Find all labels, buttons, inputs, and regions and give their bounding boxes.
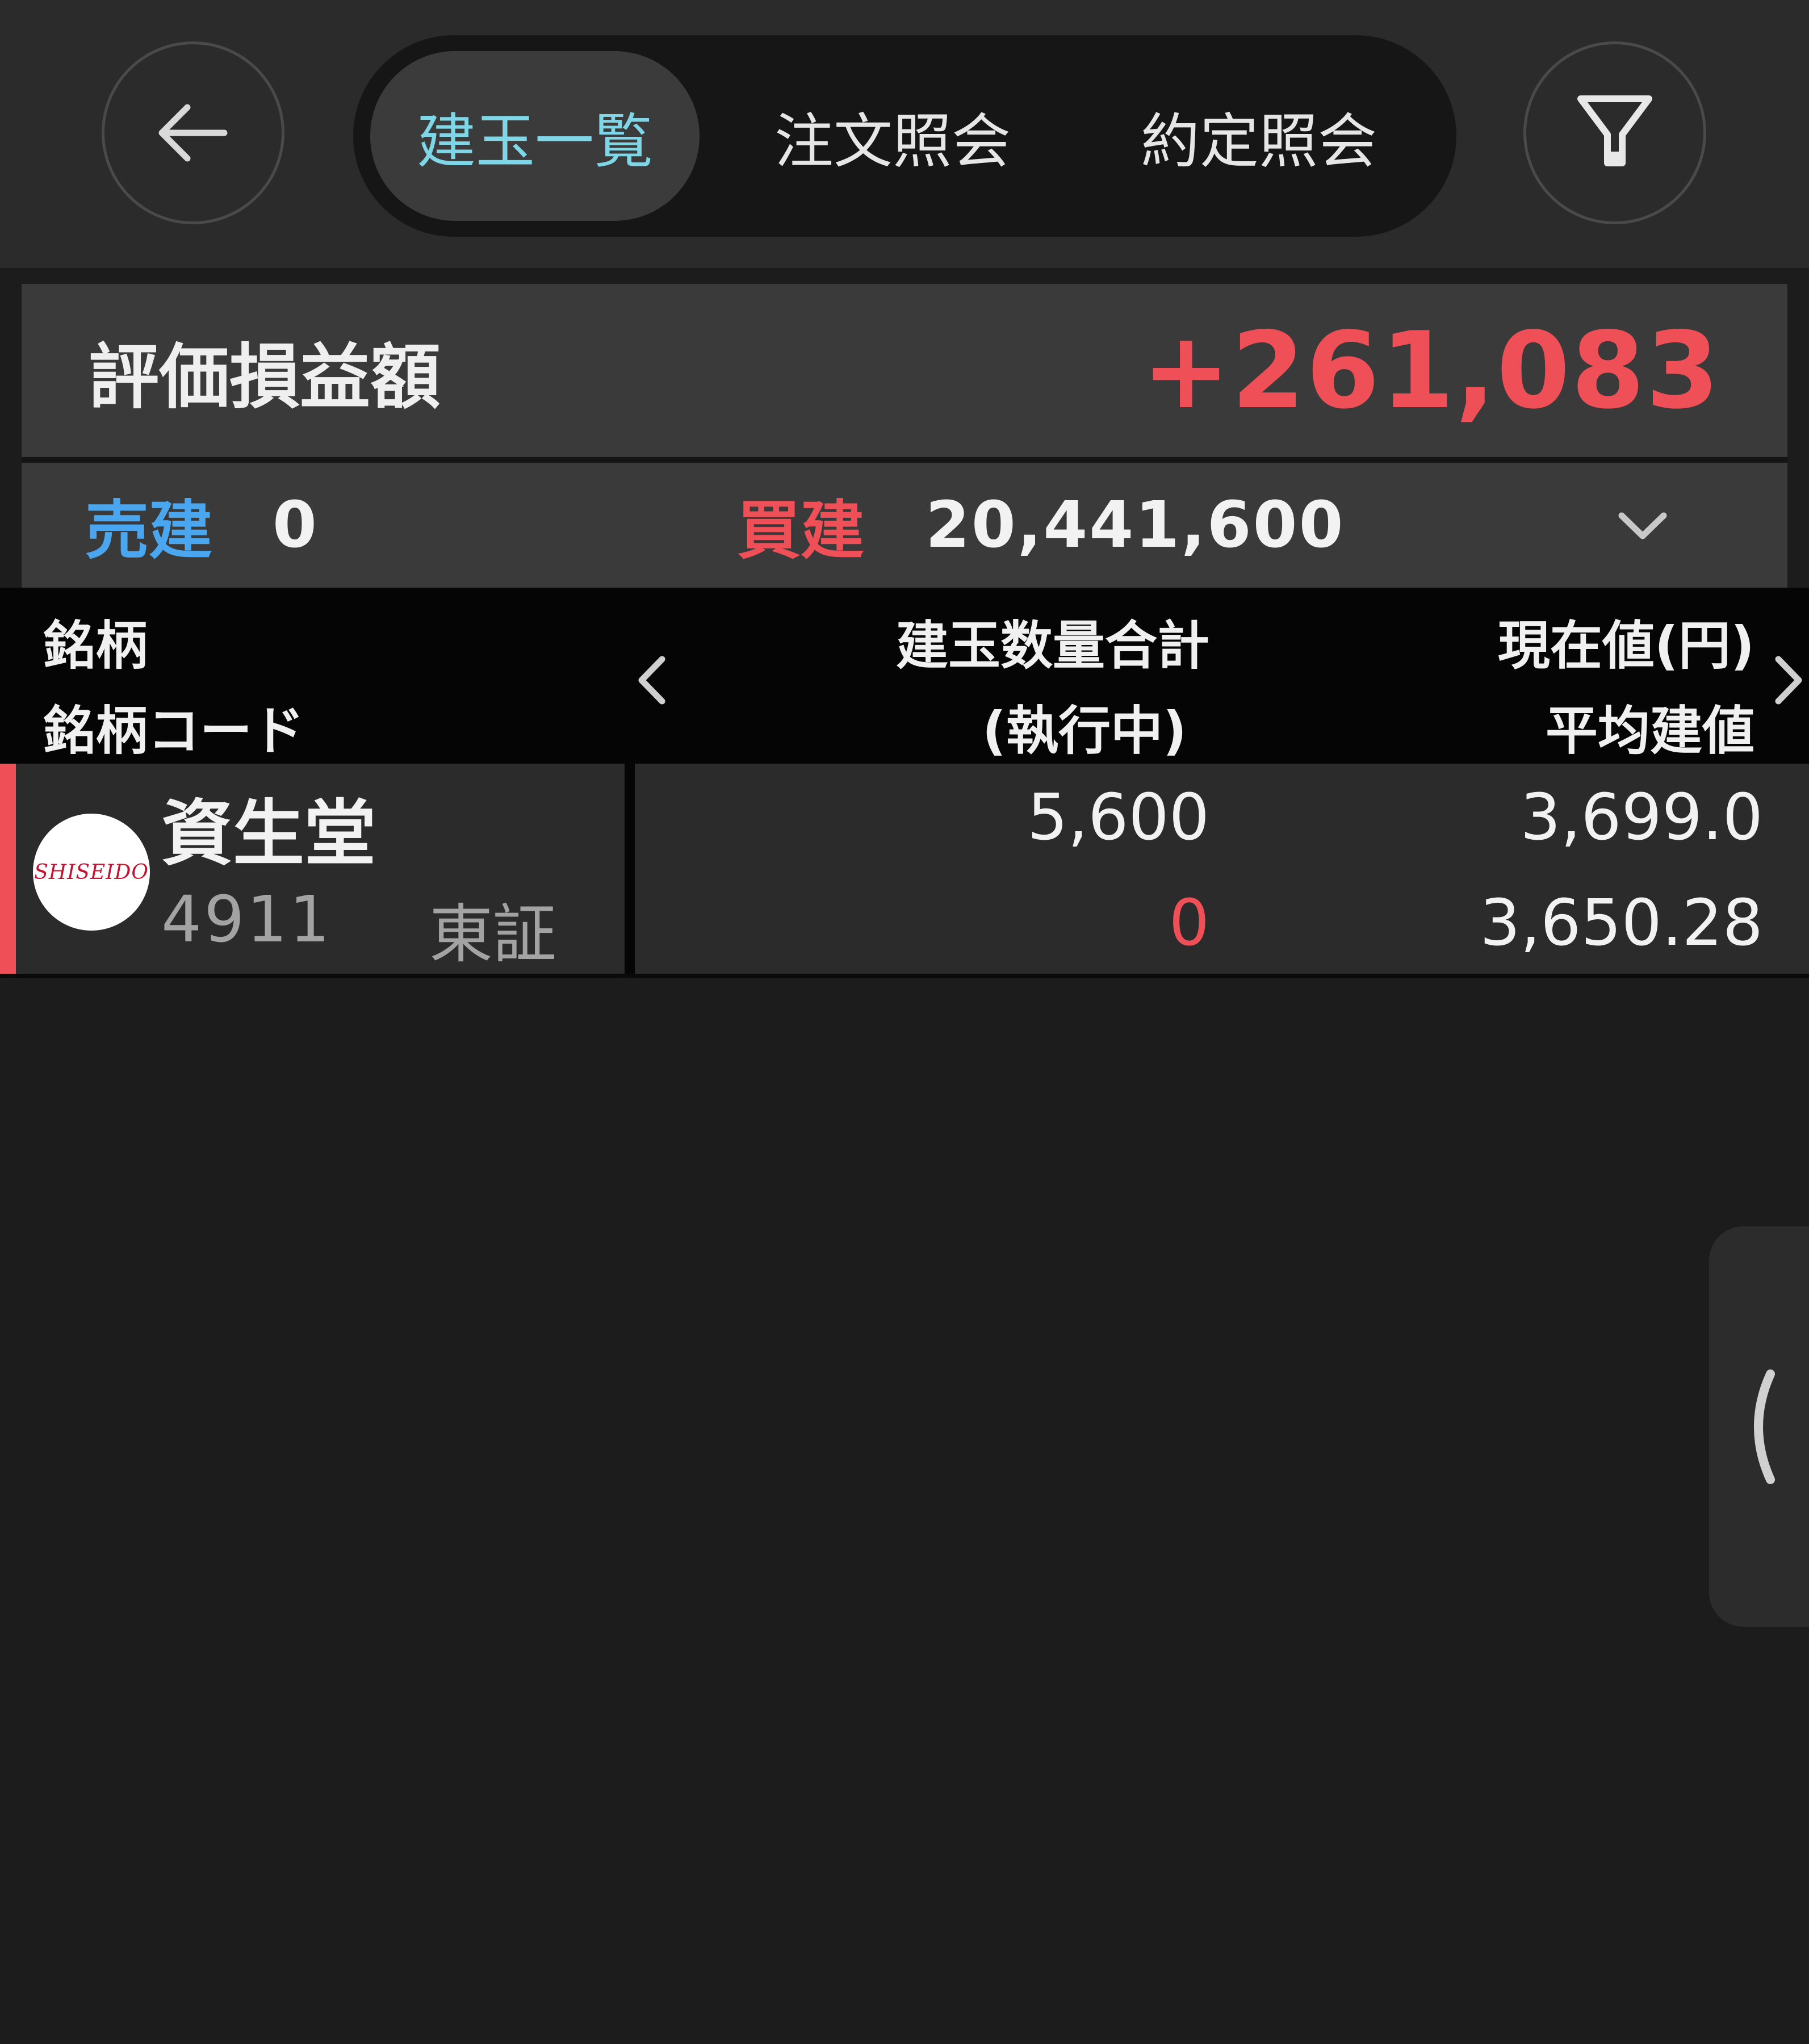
back-button[interactable] (102, 41, 284, 224)
header-stock-code: 銘柄コード (43, 701, 305, 761)
filter-button[interactable] (1523, 41, 1706, 224)
tab-order-inquiry[interactable]: 注文照会 (722, 51, 1063, 221)
table-header: 銘柄 銘柄コード 建玉数量合計 (執行中) 現在値(円) 平均建値 (0, 588, 1809, 764)
position-breakdown[interactable]: 売建 0 買建 20,441,600 (22, 463, 1787, 588)
filter-icon (1577, 95, 1652, 166)
valuation-label: 評価損益額 (89, 336, 441, 418)
header-current-price: 現在値(円) (1497, 615, 1754, 676)
buy-position-label: 買建 (737, 494, 864, 568)
chevron-down-icon[interactable] (1611, 494, 1674, 556)
table-row[interactable]: SHISEIDO 資生堂 4911 東証 5,600 0 3,699.0 3,6… (0, 764, 1809, 977)
arrow-left-icon (158, 104, 228, 162)
buy-position-value: 20,441,600 (926, 488, 1345, 562)
executing-quantity: 0 (1169, 886, 1209, 960)
current-price: 3,699.0 (1520, 781, 1764, 855)
stock-market: 東証 (429, 898, 556, 971)
sell-position-value: 0 (273, 488, 317, 562)
side-drawer-handle[interactable] (1709, 1226, 1809, 1627)
company-logo: SHISEIDO (33, 814, 150, 931)
chevron-right-icon[interactable] (1766, 649, 1809, 711)
view-tab-group: 建玉一覧 注文照会 約定照会 (353, 35, 1456, 237)
header-average-price: 平均建値 (1545, 701, 1754, 761)
valuation-value: +261,083 (1141, 309, 1720, 432)
tab-execution-inquiry[interactable]: 約定照会 (1088, 51, 1429, 221)
valuation-summary: 評価損益額 +261,083 (22, 284, 1787, 457)
tab-positions-list[interactable]: 建玉一覧 (370, 51, 700, 221)
buy-indicator-bar (0, 764, 16, 974)
chevron-left-icon[interactable] (629, 649, 675, 711)
stock-name: 資生堂 (161, 792, 376, 876)
divider (22, 457, 1787, 463)
header-executing: (執行中) (982, 701, 1187, 761)
position-quantity: 5,600 (1027, 781, 1209, 855)
sell-position-label: 売建 (85, 494, 212, 568)
chevron-left-icon (1754, 1369, 1775, 1484)
header-stock-name: 銘柄 (43, 615, 148, 676)
top-nav-bar: 建玉一覧 注文照会 約定照会 (0, 0, 1809, 268)
stock-info-cell[interactable]: SHISEIDO 資生堂 4911 東証 (0, 764, 625, 974)
header-quantity-total: 建玉数量合計 (895, 615, 1209, 676)
stock-code: 4911 (161, 883, 333, 957)
average-price: 3,650.28 (1480, 886, 1763, 960)
divider (0, 974, 1809, 978)
